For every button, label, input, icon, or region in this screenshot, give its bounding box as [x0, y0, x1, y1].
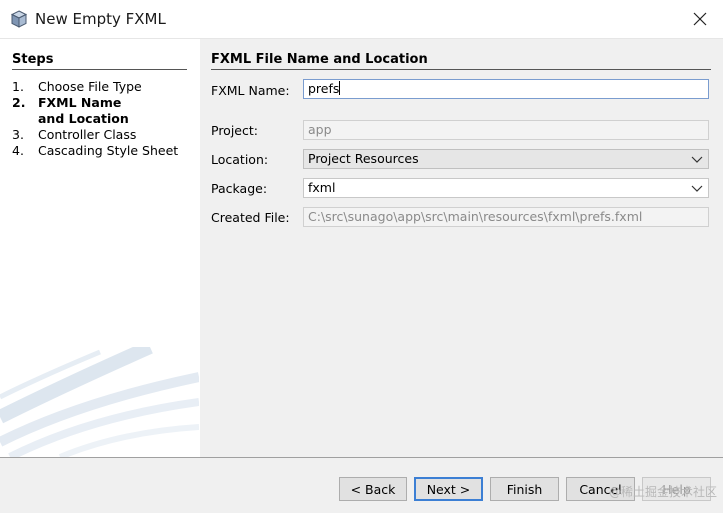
step-item: 1. Choose File Type [12, 79, 192, 95]
next-button[interactable]: Next > [414, 477, 483, 501]
step-item: 3. Controller Class [12, 127, 192, 143]
step-number: 4. [12, 143, 24, 158]
steps-title: Steps [12, 52, 187, 70]
project-label: Project: [211, 123, 258, 138]
title-bar: New Empty FXML [0, 0, 723, 39]
created-file-label: Created File: [211, 210, 290, 225]
location-label: Location: [211, 152, 269, 167]
fxml-name-label: FXML Name: [211, 83, 290, 98]
steps-panel: Steps 1. Choose File Type 2. FXML Name a… [0, 39, 199, 457]
created-file-field: C:\src\sunago\app\src\main\resources\fxm… [303, 207, 709, 227]
step-label: Cascading Style Sheet [38, 143, 179, 158]
fxml-name-input[interactable]: prefs [303, 79, 709, 99]
location-dropdown[interactable]: Project Resources [303, 149, 709, 169]
project-value: app [308, 122, 332, 137]
step-label: Controller Class [38, 127, 137, 142]
step-number: 3. [12, 127, 24, 142]
app-cube-icon [10, 10, 28, 28]
decorative-swoosh-graphic [0, 347, 199, 457]
close-button[interactable] [677, 0, 723, 38]
package-combobox[interactable]: fxml [303, 178, 709, 198]
step-item: 4. Cascading Style Sheet [12, 143, 192, 159]
step-item-active: 2. FXML Name and Location [12, 95, 192, 127]
step-number: 2. [12, 95, 26, 110]
finish-button[interactable]: Finish [490, 477, 559, 501]
content-panel: FXML File Name and Location FXML Name: p… [200, 39, 723, 457]
step-label: FXML Name and Location [38, 95, 129, 126]
fxml-name-value: prefs [308, 81, 340, 96]
steps-list: 1. Choose File Type 2. FXML Name and Loc… [12, 79, 192, 159]
step-label: Choose File Type [38, 79, 142, 94]
step-number: 1. [12, 79, 24, 94]
window-title: New Empty FXML [35, 10, 166, 28]
close-icon [693, 12, 707, 26]
watermark-text: @稀土掘金技术社区 [608, 485, 717, 499]
button-bar: < Back Next > Finish Cancel Help @稀土掘金技术… [0, 457, 723, 513]
created-file-value: C:\src\sunago\app\src\main\resources\fxm… [308, 209, 643, 224]
location-value: Project Resources [308, 151, 419, 166]
project-field: app [303, 120, 709, 140]
text-caret [339, 81, 341, 95]
back-button[interactable]: < Back [339, 477, 407, 501]
package-value: fxml [308, 180, 336, 195]
chevron-down-icon [691, 156, 703, 163]
package-label: Package: [211, 181, 268, 196]
chevron-down-icon [691, 185, 703, 192]
panel-title: FXML File Name and Location [211, 52, 711, 70]
